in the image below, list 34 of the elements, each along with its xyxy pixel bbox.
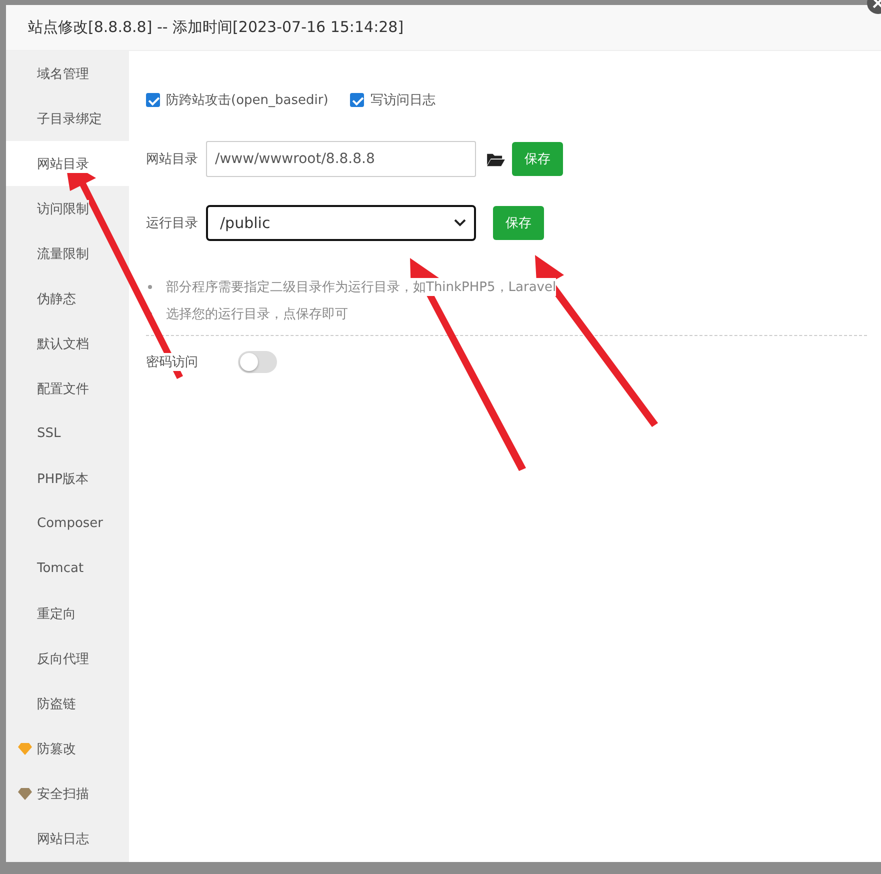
sidebar-item[interactable]: 流量限制 — [6, 231, 129, 276]
sidebar-item[interactable]: 反向代理 — [6, 636, 129, 681]
sidebar-item[interactable]: 网站日志 — [6, 816, 129, 861]
toggle-switch[interactable] — [238, 351, 277, 373]
sidebar-item[interactable]: 访问限制 — [6, 186, 129, 231]
directory-field[interactable]: /www/wwwroot/8.8.8.8 — [206, 141, 476, 177]
sidebar-item[interactable]: SSL — [6, 411, 129, 456]
sidebar-item[interactable]: 子目录绑定 — [6, 96, 129, 141]
sidebar-item[interactable]: 伪静态 — [6, 276, 129, 321]
bullet-icon — [148, 284, 152, 288]
sidebar-item[interactable]: 配置文件 — [6, 366, 129, 411]
field-label: 密码访问 — [146, 353, 198, 371]
hint-text: 选择您的运行目录，点保存即可 — [166, 304, 348, 322]
checkbox[interactable] — [146, 93, 160, 107]
sidebar-item[interactable]: PHP版本 — [6, 456, 129, 501]
checkbox[interactable] — [350, 93, 364, 107]
folder-icon[interactable] — [486, 152, 505, 166]
sidebar-item[interactable]: Tomcat — [6, 546, 129, 591]
directory-select[interactable]: /public — [206, 205, 476, 241]
sidebar-item[interactable]: Composer — [6, 501, 129, 546]
window-title: 站点修改[8.8.8.8] -- 添加时间[2023-07-16 15:14:28] — [28, 18, 404, 37]
field-label: 网站目录 — [146, 150, 198, 168]
sidebar-item[interactable]: 安全扫描 — [6, 771, 129, 816]
sidebar-item[interactable]: 防篡改 — [6, 726, 129, 771]
chevron-down-icon — [454, 219, 466, 227]
field-label: 运行目录 — [146, 214, 198, 232]
checkbox-label: 写访问日志 — [370, 92, 436, 109]
sidebar-item[interactable]: 防盗链 — [6, 681, 129, 726]
checkbox-label: 防跨站攻击(open_basedir) — [166, 92, 328, 109]
sidebar-item[interactable]: 重定向 — [6, 591, 129, 636]
sidebar-item[interactable]: 默认文档 — [6, 321, 129, 366]
hint-text: 部分程序需要指定二级目录作为运行目录，如ThinkPHP5，Laravel — [166, 278, 556, 296]
sidebar-item[interactable]: 域名管理 — [6, 51, 129, 96]
sidebar-item[interactable]: 网站目录 — [6, 141, 129, 186]
